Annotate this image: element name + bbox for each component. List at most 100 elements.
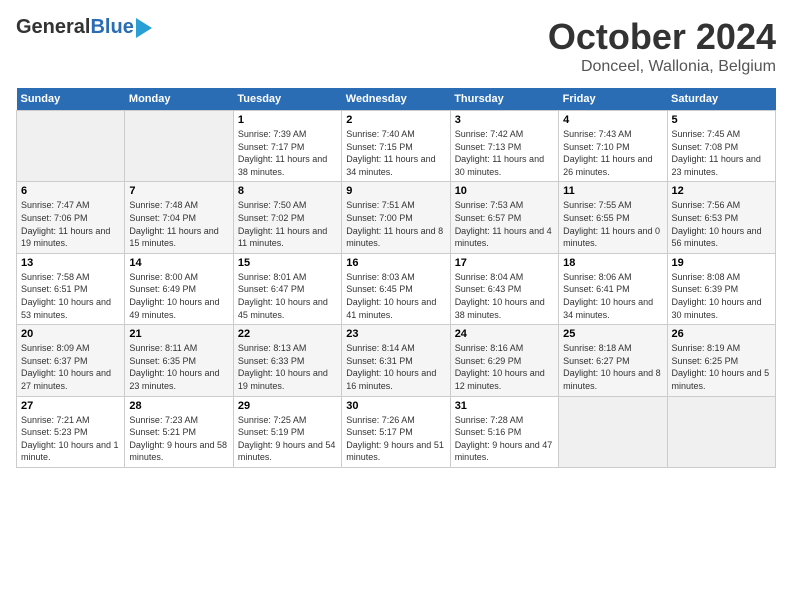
day-number: 24 (455, 328, 554, 340)
day-number: 3 (455, 114, 554, 126)
day-info: Sunrise: 8:19 AM Sunset: 6:25 PM Dayligh… (672, 342, 771, 392)
title-block: October 2024 Donceel, Wallonia, Belgium (548, 16, 776, 76)
calendar-cell (125, 111, 233, 182)
day-number: 21 (129, 328, 228, 340)
month-title: October 2024 (548, 16, 776, 58)
calendar-cell: 9Sunrise: 7:51 AM Sunset: 7:00 PM Daylig… (342, 182, 450, 253)
day-number: 4 (563, 114, 662, 126)
column-header-thursday: Thursday (450, 88, 558, 111)
day-info: Sunrise: 7:25 AM Sunset: 5:19 PM Dayligh… (238, 414, 337, 464)
day-number: 1 (238, 114, 337, 126)
column-header-saturday: Saturday (667, 88, 775, 111)
day-number: 7 (129, 185, 228, 197)
calendar-week-row: 13 Sunrise: 7:58 AM Sunset: 6:51 PM Dayli… (17, 253, 776, 324)
calendar-cell: 30 Sunrise: 7:26 AM Sunset: 5:17 PM Dayli… (342, 396, 450, 467)
day-number: 13 (21, 257, 120, 269)
calendar-cell: 13 Sunrise: 7:58 AM Sunset: 6:51 PM Dayli… (17, 253, 125, 324)
day-info: Sunrise: 8:01 AM Sunset: 6:47 PM Dayligh… (238, 271, 337, 321)
day-number: 16 (346, 257, 445, 269)
day-info: Sunrise: 8:03 AM Sunset: 6:45 PM Dayligh… (346, 271, 445, 321)
day-info: Sunrise: 7:42 AM Sunset: 7:13 PM Dayligh… (455, 128, 554, 178)
day-number: 27 (21, 400, 120, 412)
calendar-cell: 20 Sunrise: 8:09 AM Sunset: 6:37 PM Dayli… (17, 325, 125, 396)
day-info: Sunrise: 7:39 AM Sunset: 7:17 PM Dayligh… (238, 128, 337, 178)
calendar-cell: 28 Sunrise: 7:23 AM Sunset: 5:21 PM Dayli… (125, 396, 233, 467)
column-header-friday: Friday (559, 88, 667, 111)
day-info: Sunrise: 7:45 AM Sunset: 7:08 PM Dayligh… (672, 128, 771, 178)
day-number: 29 (238, 400, 337, 412)
calendar-cell: 12Sunrise: 7:56 AM Sunset: 6:53 PM Dayli… (667, 182, 775, 253)
day-number: 31 (455, 400, 554, 412)
calendar-cell: 10Sunrise: 7:53 AM Sunset: 6:57 PM Dayli… (450, 182, 558, 253)
calendar-cell (17, 111, 125, 182)
day-info: Sunrise: 7:26 AM Sunset: 5:17 PM Dayligh… (346, 414, 445, 464)
day-info: Sunrise: 7:28 AM Sunset: 5:16 PM Dayligh… (455, 414, 554, 464)
day-number: 14 (129, 257, 228, 269)
calendar-cell: 16 Sunrise: 8:03 AM Sunset: 6:45 PM Dayli… (342, 253, 450, 324)
day-info: Sunrise: 8:09 AM Sunset: 6:37 PM Dayligh… (21, 342, 120, 392)
calendar-week-row: 27 Sunrise: 7:21 AM Sunset: 5:23 PM Dayli… (17, 396, 776, 467)
day-info: Sunrise: 8:08 AM Sunset: 6:39 PM Dayligh… (672, 271, 771, 321)
calendar-cell: 22 Sunrise: 8:13 AM Sunset: 6:33 PM Dayli… (233, 325, 341, 396)
day-info: Sunrise: 8:04 AM Sunset: 6:43 PM Dayligh… (455, 271, 554, 321)
calendar-cell: 14 Sunrise: 8:00 AM Sunset: 6:49 PM Dayli… (125, 253, 233, 324)
calendar-cell: 18Sunrise: 8:06 AM Sunset: 6:41 PM Dayli… (559, 253, 667, 324)
calendar-cell: 1 Sunrise: 7:39 AM Sunset: 7:17 PM Daylig… (233, 111, 341, 182)
day-info: Sunrise: 7:55 AM Sunset: 6:55 PM Dayligh… (563, 199, 662, 249)
day-number: 6 (21, 185, 120, 197)
calendar-cell: 11 Sunrise: 7:55 AM Sunset: 6:55 PM Dayli… (559, 182, 667, 253)
calendar-cell: 8Sunrise: 7:50 AM Sunset: 7:02 PM Daylig… (233, 182, 341, 253)
calendar-header-row: SundayMondayTuesdayWednesdayThursdayFrid… (17, 88, 776, 111)
day-info: Sunrise: 7:58 AM Sunset: 6:51 PM Dayligh… (21, 271, 120, 321)
day-info: Sunrise: 7:21 AM Sunset: 5:23 PM Dayligh… (21, 414, 120, 464)
calendar-cell: 17 Sunrise: 8:04 AM Sunset: 6:43 PM Dayli… (450, 253, 558, 324)
day-number: 18 (563, 257, 662, 269)
calendar-cell: 26 Sunrise: 8:19 AM Sunset: 6:25 PM Dayli… (667, 325, 775, 396)
logo-arrow-icon (136, 18, 152, 38)
day-number: 10 (455, 185, 554, 197)
calendar-cell: 27 Sunrise: 7:21 AM Sunset: 5:23 PM Dayli… (17, 396, 125, 467)
day-info: Sunrise: 7:23 AM Sunset: 5:21 PM Dayligh… (129, 414, 228, 464)
calendar-cell: 29 Sunrise: 7:25 AM Sunset: 5:19 PM Dayli… (233, 396, 341, 467)
column-header-sunday: Sunday (17, 88, 125, 111)
day-number: 23 (346, 328, 445, 340)
day-info: Sunrise: 8:16 AM Sunset: 6:29 PM Dayligh… (455, 342, 554, 392)
calendar-cell: 19 Sunrise: 8:08 AM Sunset: 6:39 PM Dayli… (667, 253, 775, 324)
day-number: 9 (346, 185, 445, 197)
calendar-cell (667, 396, 775, 467)
calendar-cell: 24 Sunrise: 8:16 AM Sunset: 6:29 PM Dayli… (450, 325, 558, 396)
calendar-cell: 3 Sunrise: 7:42 AM Sunset: 7:13 PM Daylig… (450, 111, 558, 182)
calendar-cell: 25Sunrise: 8:18 AM Sunset: 6:27 PM Dayli… (559, 325, 667, 396)
day-number: 2 (346, 114, 445, 126)
calendar-cell (559, 396, 667, 467)
day-number: 26 (672, 328, 771, 340)
logo-blue-text: Blue (90, 16, 133, 39)
calendar-week-row: 20 Sunrise: 8:09 AM Sunset: 6:37 PM Dayli… (17, 325, 776, 396)
day-number: 20 (21, 328, 120, 340)
logo-general-text: General (16, 16, 90, 39)
day-number: 19 (672, 257, 771, 269)
day-info: Sunrise: 7:43 AM Sunset: 7:10 PM Dayligh… (563, 128, 662, 178)
day-info: Sunrise: 7:40 AM Sunset: 7:15 PM Dayligh… (346, 128, 445, 178)
column-header-wednesday: Wednesday (342, 88, 450, 111)
day-info: Sunrise: 8:13 AM Sunset: 6:33 PM Dayligh… (238, 342, 337, 392)
calendar-table: SundayMondayTuesdayWednesdayThursdayFrid… (16, 88, 776, 468)
column-header-monday: Monday (125, 88, 233, 111)
day-number: 28 (129, 400, 228, 412)
calendar-week-row: 1 Sunrise: 7:39 AM Sunset: 7:17 PM Daylig… (17, 111, 776, 182)
day-number: 17 (455, 257, 554, 269)
day-number: 30 (346, 400, 445, 412)
day-number: 11 (563, 185, 662, 197)
calendar-cell: 15Sunrise: 8:01 AM Sunset: 6:47 PM Dayli… (233, 253, 341, 324)
logo: GeneralBlue (16, 16, 152, 39)
day-info: Sunrise: 8:00 AM Sunset: 6:49 PM Dayligh… (129, 271, 228, 321)
day-number: 8 (238, 185, 337, 197)
day-number: 22 (238, 328, 337, 340)
calendar-cell: 7 Sunrise: 7:48 AM Sunset: 7:04 PM Daylig… (125, 182, 233, 253)
day-info: Sunrise: 7:48 AM Sunset: 7:04 PM Dayligh… (129, 199, 228, 249)
day-info: Sunrise: 8:18 AM Sunset: 6:27 PM Dayligh… (563, 342, 662, 392)
day-info: Sunrise: 7:56 AM Sunset: 6:53 PM Dayligh… (672, 199, 771, 249)
calendar-cell: 5Sunrise: 7:45 AM Sunset: 7:08 PM Daylig… (667, 111, 775, 182)
calendar-cell: 21Sunrise: 8:11 AM Sunset: 6:35 PM Dayli… (125, 325, 233, 396)
calendar-cell: 2 Sunrise: 7:40 AM Sunset: 7:15 PM Daylig… (342, 111, 450, 182)
